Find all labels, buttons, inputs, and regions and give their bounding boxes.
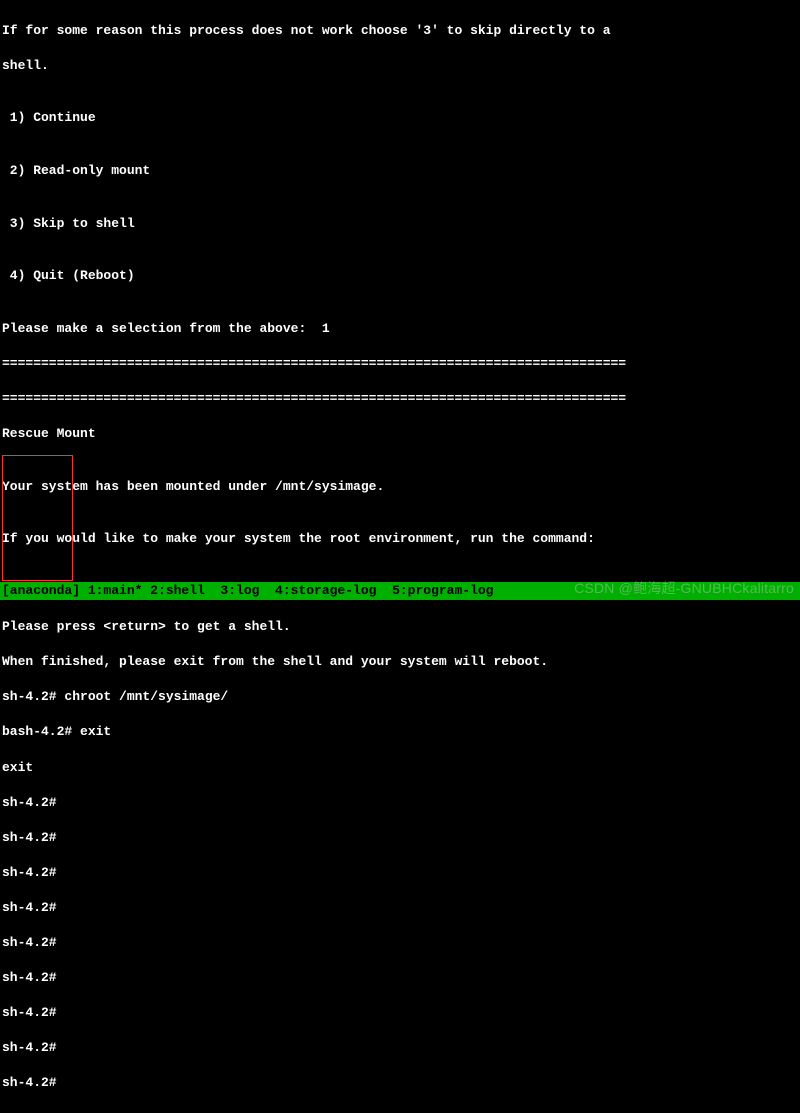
menu-option-readonly: 2) Read-only mount <box>2 162 798 180</box>
menu-option-skip-shell: 3) Skip to shell <box>2 215 798 233</box>
rescue-title: Rescue Mount <box>2 425 798 443</box>
text-line: shell. <box>2 57 798 75</box>
terminal-output: If for some reason this process does not… <box>0 0 800 1113</box>
shell-prompt[interactable]: sh-4.2# <box>2 864 798 882</box>
shell-prompt[interactable]: sh-4.2# <box>2 794 798 812</box>
shell-prompt[interactable]: sh-4.2# <box>2 1039 798 1057</box>
separator: ========================================… <box>2 390 798 408</box>
menu-option-quit: 4) Quit (Reboot) <box>2 267 798 285</box>
tmux-status-bar: [anaconda] 1:main* 2:shell 3:log 4:stora… <box>0 582 800 600</box>
text-line: If for some reason this process does not… <box>2 22 798 40</box>
sh-chroot-line: sh-4.2# chroot /mnt/sysimage/ <box>2 688 798 706</box>
separator: ========================================… <box>2 355 798 373</box>
mount-info: Your system has been mounted under /mnt/… <box>2 478 798 496</box>
shell-prompt[interactable]: sh-4.2# <box>2 899 798 917</box>
bash-exit-line: bash-4.2# exit <box>2 723 798 741</box>
shell-prompt[interactable]: sh-4.2# <box>2 1004 798 1022</box>
menu-option-continue: 1) Continue <box>2 109 798 127</box>
finished-info: When finished, please exit from the shel… <box>2 653 798 671</box>
press-return-info: Please press <return> to get a shell. <box>2 618 798 636</box>
shell-prompt[interactable]: sh-4.2# <box>2 934 798 952</box>
shell-prompt[interactable]: sh-4.2# <box>2 1074 798 1092</box>
shell-prompt[interactable]: sh-4.2# <box>2 969 798 987</box>
selection-prompt: Please make a selection from the above: … <box>2 320 798 338</box>
rootenv-info: If you would like to make your system th… <box>2 530 798 548</box>
exit-line: exit <box>2 759 798 777</box>
shell-prompt[interactable]: sh-4.2# <box>2 829 798 847</box>
